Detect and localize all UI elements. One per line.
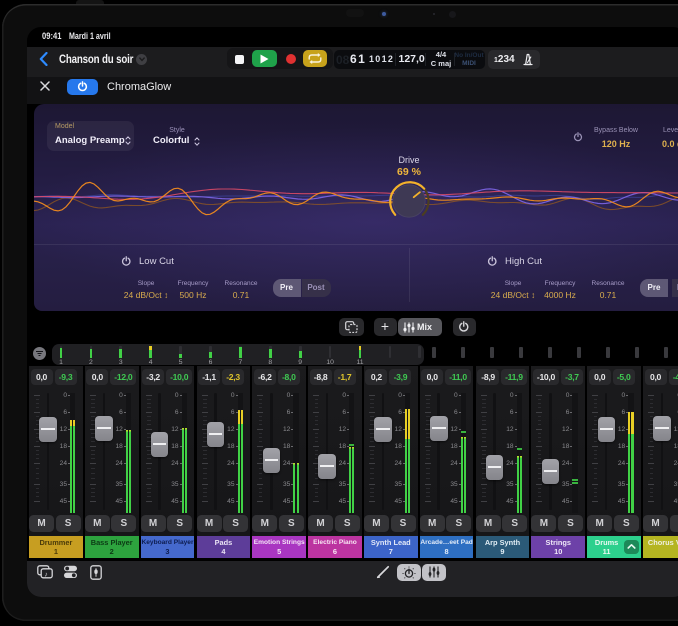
svg-text:♪: ♪	[44, 572, 48, 579]
